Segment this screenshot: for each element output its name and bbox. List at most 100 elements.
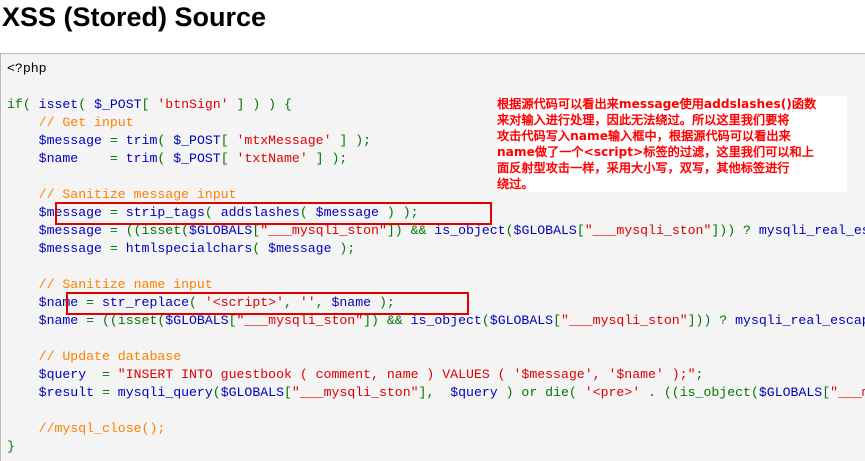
- code-token: (: [204, 205, 221, 220]
- code-token: $message: [7, 223, 110, 238]
- code-token: }: [7, 439, 15, 454]
- code-token: mysqli_real_escape_string: [758, 223, 865, 238]
- code-token: $name: [331, 295, 379, 310]
- code-token: . ((is_object(: [640, 385, 759, 400]
- code-token: ;: [695, 367, 704, 382]
- code-line: $name = str_replace( '<script>', '', $na…: [7, 294, 865, 312]
- code-token: "___mysqli_ston": [236, 313, 364, 328]
- code-line: $name = ((isset($GLOBALS["___mysqli_ston…: [7, 312, 865, 330]
- code-token: "___mysqli_ston": [830, 385, 865, 400]
- code-token: $GLOBALS: [758, 385, 823, 400]
- source-viewer-page: XSS (Stored) Source <?php if( isset( $_P…: [0, 0, 865, 461]
- code-token: $message: [7, 133, 110, 148]
- code-token: =: [86, 295, 102, 310]
- code-token: (: [505, 223, 514, 238]
- code-token: "___mysqli_ston": [260, 223, 387, 238]
- code-token: (: [481, 313, 490, 328]
- code-token: $name: [7, 295, 87, 310]
- code-token: =: [101, 385, 118, 400]
- code-token: [: [220, 151, 237, 166]
- code-token: =: [109, 205, 126, 220]
- code-token: (: [157, 151, 174, 166]
- annotation-note: 根据源代码可以看出来message使用addslashes()函数 来对输入进行…: [497, 96, 847, 192]
- code-token: $GLOBALS: [489, 313, 554, 328]
- code-token: addslashes: [220, 205, 300, 220]
- code-token: $_POST: [94, 97, 142, 112]
- code-token: 'mtxMessage': [236, 133, 332, 148]
- code-token: $GLOBALS: [220, 385, 284, 400]
- code-line: }: [7, 438, 865, 456]
- code-token: strip_tags: [125, 205, 205, 220]
- code-token: $GLOBALS: [189, 223, 253, 238]
- code-token: [: [228, 313, 237, 328]
- code-token: if(: [7, 97, 39, 112]
- code-token: $GLOBALS: [513, 223, 577, 238]
- code-token: ],: [418, 385, 451, 400]
- code-token: ,: [315, 295, 332, 310]
- code-token: $result: [7, 385, 102, 400]
- page-title: XSS (Stored) Source: [2, 2, 267, 32]
- code-token: str_replace: [101, 295, 190, 310]
- code-token: ] );: [307, 151, 348, 166]
- code-token: ) );: [386, 205, 419, 220]
- code-token: <?php: [7, 61, 47, 76]
- code-token: $name: [7, 151, 110, 166]
- code-token: 'btnSign': [157, 97, 229, 112]
- code-line: $message = strip_tags( addslashes( $mess…: [7, 204, 865, 222]
- code-line: $result = mysqli_query($GLOBALS["___mysq…: [7, 384, 865, 402]
- code-token: "___mysqli_ston": [291, 385, 419, 400]
- code-token: $message: [7, 241, 110, 256]
- code-token: is_object: [434, 223, 506, 238]
- code-token: ]) &&: [363, 313, 411, 328]
- code-line: <?php: [7, 60, 865, 78]
- code-token: mysqli_query: [117, 385, 213, 400]
- code-token: $message: [268, 241, 340, 256]
- code-line: $message = ((isset($GLOBALS["___mysqli_s…: [7, 222, 865, 240]
- code-token: is_object: [410, 313, 482, 328]
- code-token: = ((isset(: [86, 313, 166, 328]
- code-token: (: [157, 133, 174, 148]
- code-token: (: [189, 295, 205, 310]
- code-token: (: [299, 205, 316, 220]
- code-token: $message: [7, 205, 110, 220]
- code-token: =: [109, 241, 126, 256]
- code-token: "___mysqli_ston": [561, 313, 688, 328]
- code-token: ])) ?: [711, 223, 759, 238]
- code-token: //mysql_close();: [38, 421, 166, 436]
- code-token: // Sanitize message input: [38, 187, 237, 202]
- code-token: 'txtName': [236, 151, 308, 166]
- code-line: // Update database: [7, 348, 865, 366]
- code-token: ])) ?: [687, 313, 736, 328]
- code-token: ) or die(: [505, 385, 585, 400]
- code-token: (: [78, 97, 95, 112]
- code-line: //mysql_close();: [7, 420, 865, 438]
- code-token: $name: [7, 313, 87, 328]
- code-line: $query = "INSERT INTO guestbook ( commen…: [7, 366, 865, 384]
- code-token: (: [252, 241, 269, 256]
- code-token: $query: [450, 385, 506, 400]
- code-line: // Sanitize name input: [7, 276, 865, 294]
- code-token: ,: [284, 295, 300, 310]
- code-token: [: [576, 223, 585, 238]
- code-token: );: [339, 241, 356, 256]
- code-token: [: [220, 133, 237, 148]
- code-token: =: [109, 151, 126, 166]
- code-token: $_POST: [173, 151, 221, 166]
- code-token: '<pre>': [584, 385, 641, 400]
- code-token: '<script>': [204, 295, 284, 310]
- code-token: (: [212, 385, 221, 400]
- code-token: // Get input: [38, 115, 134, 130]
- code-token: trim: [125, 133, 158, 148]
- code-token: =: [109, 133, 126, 148]
- code-token: $query: [7, 367, 102, 382]
- code-line: $message = htmlspecialchars( $message );: [7, 240, 865, 258]
- code-token: isset: [38, 97, 79, 112]
- code-token: ]) &&: [386, 223, 435, 238]
